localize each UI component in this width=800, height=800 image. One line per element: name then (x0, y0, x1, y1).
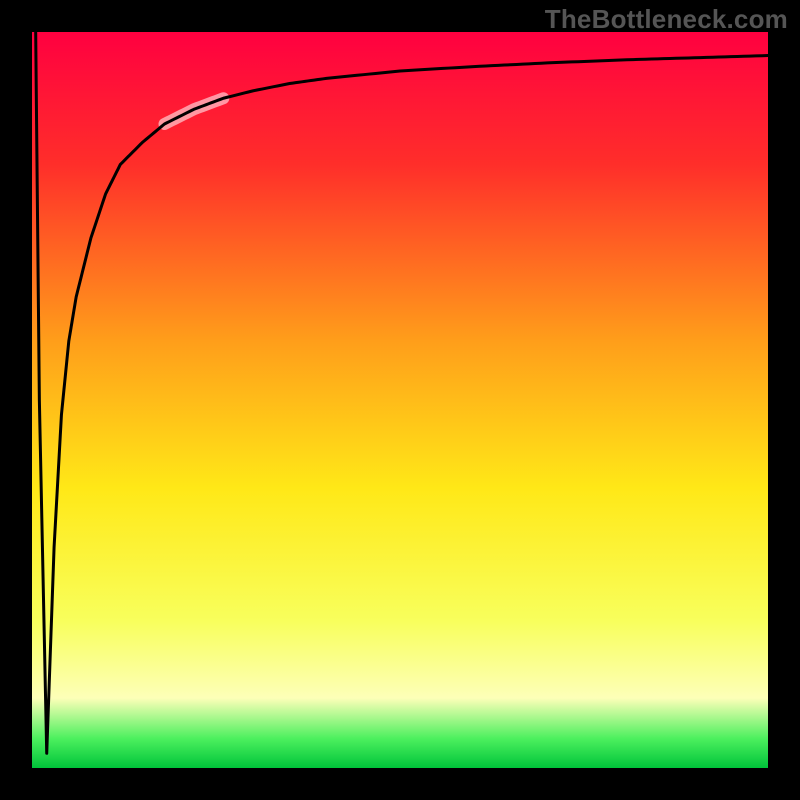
chart-frame: TheBottleneck.com (0, 0, 800, 800)
bottleneck-curve-chart (0, 0, 800, 800)
